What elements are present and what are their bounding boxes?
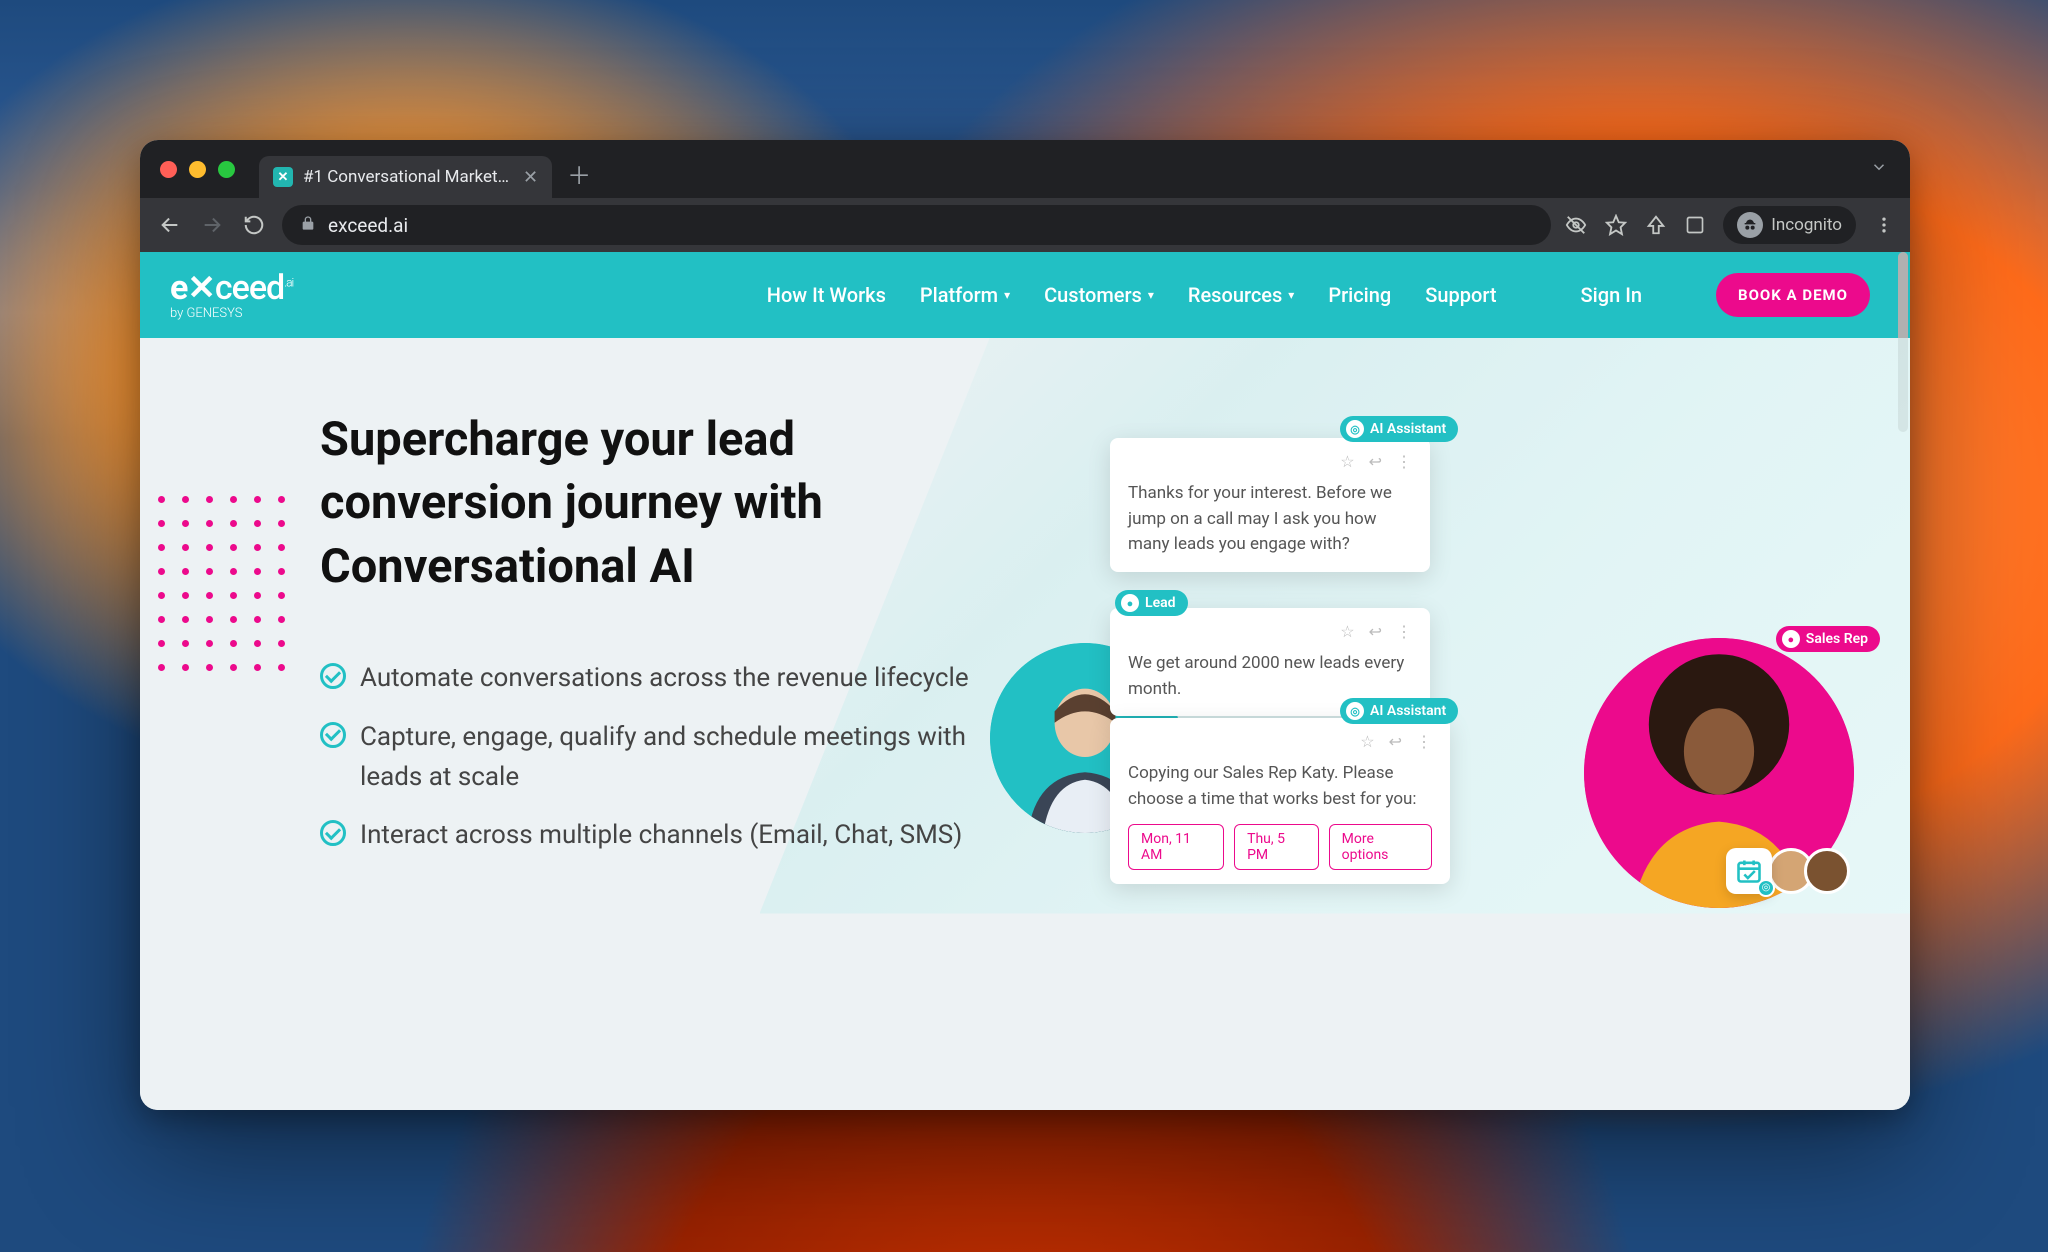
chat-card-ai-schedule: ☆ ↩ ⋮ Copying our Sales Rep Katy. Please…: [1110, 718, 1450, 884]
byline: by GENESYS: [170, 307, 243, 320]
check-icon: [320, 722, 346, 748]
incognito-icon: [1737, 212, 1763, 238]
time-chips: Mon, 11 AM Thu, 5 PM More options: [1128, 824, 1432, 870]
hero-feature-list: Automate conversations across the revenu…: [320, 658, 1000, 855]
incognito-chip[interactable]: Incognito: [1723, 206, 1856, 244]
bot-icon: ◎: [1346, 702, 1364, 720]
bot-badge-icon: ◎: [1757, 879, 1775, 897]
url-bar[interactable]: exceed.ai: [282, 205, 1551, 245]
nav-resources[interactable]: Resources▾: [1188, 283, 1294, 307]
card-actions: ☆ ↩ ⋮: [1128, 732, 1432, 751]
nav-reload-button[interactable]: [240, 211, 268, 239]
url-text: exceed.ai: [328, 214, 408, 237]
incognito-label: Incognito: [1771, 215, 1842, 235]
kebab-menu-icon[interactable]: [1874, 215, 1894, 235]
page-content: e✕exceedceed.ai by GENESYS How It Works …: [140, 252, 1910, 1110]
card-actions: ☆ ↩ ⋮: [1128, 452, 1412, 471]
star-icon[interactable]: ☆: [1360, 732, 1374, 751]
tag-lead: ●Lead: [1115, 590, 1188, 616]
feature-item: Automate conversations across the revenu…: [320, 658, 1000, 698]
avatar-mini: [1804, 848, 1850, 894]
floating-avatars: ◎: [1726, 848, 1850, 894]
chat-card-ai: ☆ ↩ ⋮ Thanks for your interest. Before w…: [1110, 438, 1430, 572]
more-icon[interactable]: ⋮: [1396, 452, 1412, 471]
card-actions: ☆ ↩ ⋮: [1128, 622, 1412, 641]
browser-toolbar: exceed.ai Incognito: [140, 198, 1910, 252]
tag-ai-assistant: ◎AI Assistant: [1340, 698, 1458, 724]
star-icon[interactable]: ☆: [1340, 452, 1354, 471]
chevron-down-icon: ▾: [1004, 288, 1010, 302]
window-maximize-button[interactable]: [218, 161, 235, 178]
nav-how-it-works[interactable]: How It Works: [767, 283, 886, 307]
nav-platform[interactable]: Platform▾: [920, 283, 1010, 307]
site-logo[interactable]: e✕exceedceed.ai by GENESYS: [170, 271, 293, 320]
time-chip-more[interactable]: More options: [1329, 824, 1432, 870]
calendar-check-icon[interactable]: ◎: [1726, 848, 1772, 894]
chat-message: Copying our Sales Rep Katy. Please choos…: [1128, 761, 1432, 812]
site-header: e✕exceedceed.ai by GENESYS How It Works …: [140, 252, 1910, 338]
tabstrip-menu-icon[interactable]: [1862, 150, 1896, 188]
time-chip[interactable]: Mon, 11 AM: [1128, 824, 1224, 870]
feature-item: Capture, engage, qualify and schedule me…: [320, 717, 1000, 798]
chevron-down-icon: ▾: [1148, 288, 1154, 302]
window-close-button[interactable]: [160, 161, 177, 178]
bot-icon: ◎: [1346, 420, 1364, 438]
tabstrip: ✕ #1 Conversational Marketing a ✕ ＋: [140, 140, 1910, 198]
hero-section: Supercharge your lead conversion journey…: [140, 338, 1910, 914]
bookmark-icon[interactable]: [1605, 214, 1627, 236]
check-icon: [320, 820, 346, 846]
browser-tab[interactable]: ✕ #1 Conversational Marketing a ✕: [259, 156, 552, 198]
lock-icon: [300, 215, 316, 235]
nav-support[interactable]: Support: [1425, 283, 1496, 307]
book-demo-button[interactable]: BOOK A DEMO: [1716, 273, 1870, 317]
chat-message: Thanks for your interest. Before we jump…: [1128, 481, 1412, 558]
more-icon[interactable]: ⋮: [1396, 622, 1412, 641]
tab-title: #1 Conversational Marketing a: [303, 167, 513, 187]
window-minimize-button[interactable]: [189, 161, 206, 178]
window-controls: [160, 161, 235, 178]
reply-icon[interactable]: ↩: [1369, 452, 1382, 471]
tab-close-icon[interactable]: ✕: [523, 167, 538, 188]
reply-icon[interactable]: ↩: [1389, 732, 1402, 751]
time-chip[interactable]: Thu, 5 PM: [1234, 824, 1319, 870]
user-icon: ●: [1121, 594, 1139, 612]
extensions-icon[interactable]: [1685, 215, 1705, 235]
chat-message: We get around 2000 new leads every month…: [1128, 651, 1412, 702]
more-icon[interactable]: ⋮: [1416, 732, 1432, 751]
dots-decoration: [158, 496, 286, 672]
nav-pricing[interactable]: Pricing: [1328, 283, 1391, 307]
nav-customers[interactable]: Customers▾: [1044, 283, 1154, 307]
nav-sign-in[interactable]: Sign In: [1581, 283, 1642, 307]
user-icon: ●: [1782, 630, 1800, 648]
nav-forward-button[interactable]: [198, 211, 226, 239]
tag-sales-rep: ●Sales Rep: [1776, 626, 1880, 652]
tracking-off-icon[interactable]: [1565, 214, 1587, 236]
star-icon[interactable]: ☆: [1340, 622, 1354, 641]
browser-window: ✕ #1 Conversational Marketing a ✕ ＋ exce…: [140, 140, 1910, 1110]
check-icon: [320, 663, 346, 689]
nav-back-button[interactable]: [156, 211, 184, 239]
feature-item: Interact across multiple channels (Email…: [320, 815, 1000, 855]
hero-copy: Supercharge your lead conversion journey…: [320, 408, 1000, 874]
new-tab-button[interactable]: ＋: [562, 156, 596, 190]
share-icon[interactable]: [1645, 214, 1667, 236]
reply-icon[interactable]: ↩: [1369, 622, 1382, 641]
main-nav: How It Works Platform▾ Customers▾ Resour…: [767, 273, 1870, 317]
tab-favicon-icon: ✕: [273, 167, 293, 187]
hero-illustration: ◎AI Assistant ●Lead ◎AI Assistant ●Sales…: [1000, 408, 1850, 874]
hero-title: Supercharge your lead conversion journey…: [320, 408, 1000, 598]
chevron-down-icon: ▾: [1288, 288, 1294, 302]
tag-ai-assistant: ◎AI Assistant: [1340, 416, 1458, 442]
